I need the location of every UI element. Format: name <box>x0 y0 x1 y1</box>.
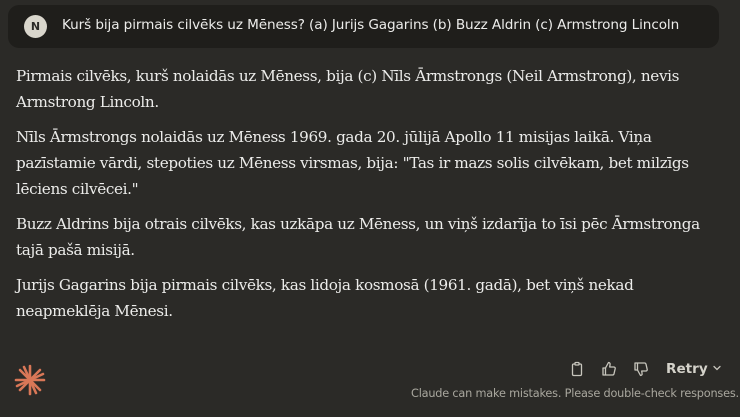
user-message-text: Kurš bija pirmais cilvēks uz Mēness? (a)… <box>62 17 680 33</box>
response-paragraph: Jurijs Gagarins bija pirmais cilvēks, ka… <box>16 276 634 320</box>
user-message-bubble: N Kurš bija pirmais cilvēks uz Mēness? (… <box>8 5 719 48</box>
chevron-down-icon <box>712 361 722 377</box>
assistant-response: Pirmais cilvēks, kurš nolaidās uz Mēness… <box>16 63 706 333</box>
disclaimer-text: Claude can make mistakes. Please double-… <box>411 387 739 400</box>
response-paragraph: Buzz Aldrins bija otrais cilvēks, kas uz… <box>16 215 700 259</box>
retry-button[interactable]: Retry <box>666 361 722 377</box>
clipboard-icon[interactable] <box>568 360 586 378</box>
thumbs-down-icon[interactable] <box>632 360 650 378</box>
response-paragraph: Pirmais cilvēks, kurš nolaidās uz Mēness… <box>16 67 680 111</box>
user-avatar: N <box>24 15 47 38</box>
message-actions: Retry <box>0 360 740 380</box>
retry-label: Retry <box>666 361 708 377</box>
response-paragraph: Nīls Ārmstrongs nolaidās uz Mēness 1969.… <box>16 128 689 198</box>
thumbs-up-icon[interactable] <box>600 360 618 378</box>
